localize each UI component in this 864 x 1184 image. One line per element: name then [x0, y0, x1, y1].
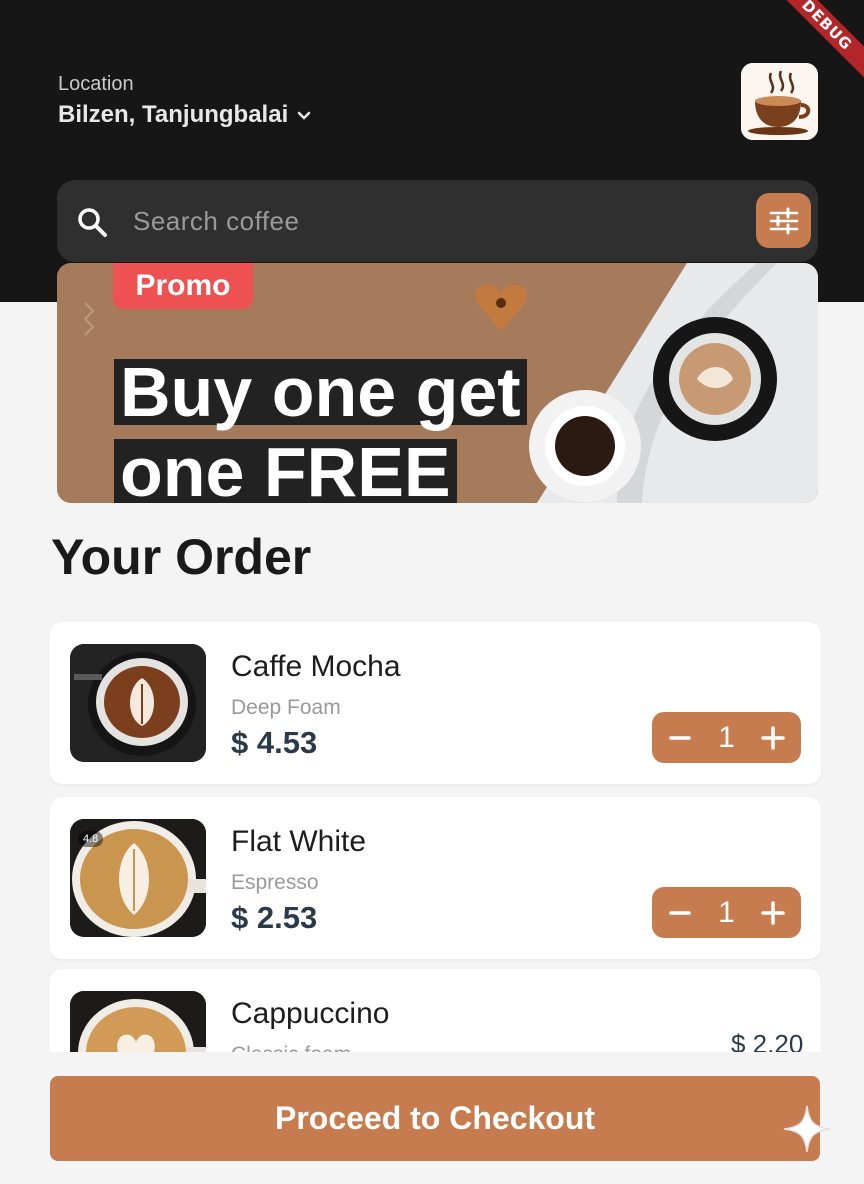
item-thumbnail: 4.8	[70, 819, 206, 937]
minus-icon	[669, 735, 691, 740]
sparkle-icon[interactable]	[782, 1104, 832, 1154]
decrease-button[interactable]	[666, 724, 694, 752]
filter-button[interactable]	[756, 193, 811, 248]
quantity-stepper: 1	[652, 712, 801, 763]
item-thumbnail	[70, 644, 206, 762]
order-item[interactable]: 4.8 Flat White Espresso $ 2.53 1	[50, 797, 821, 959]
item-subtitle: Espresso	[231, 871, 319, 894]
location-value: Bilzen, Tanjungbalai	[58, 101, 289, 128]
promo-banner[interactable]: Promo Buy one get one FREE	[57, 263, 818, 503]
filter-icon	[769, 207, 798, 234]
chevron-down-icon	[298, 111, 311, 120]
increase-button[interactable]	[759, 724, 787, 752]
promo-badge: Promo	[113, 263, 253, 309]
coffee-cup-icon	[741, 63, 818, 140]
checkout-button[interactable]: Proceed to Checkout	[50, 1076, 820, 1161]
increase-button[interactable]	[759, 899, 787, 927]
rating-badge: 4.8	[78, 831, 104, 847]
item-name: Flat White	[231, 825, 367, 858]
plus-icon	[761, 725, 785, 750]
item-price: $ 2.53	[231, 900, 318, 935]
location-label: Location	[58, 73, 134, 95]
item-name: Caffe Mocha	[231, 650, 401, 683]
quantity-value: 1	[718, 895, 735, 929]
promo-headline-line-2: one FREE	[114, 437, 457, 503]
item-price: $ 2.20	[731, 1029, 804, 1052]
search-icon	[78, 208, 107, 237]
coffee-image	[70, 644, 206, 762]
order-list[interactable]: Caffe Mocha Deep Foam $ 4.53 1 4.8 Flat …	[50, 622, 822, 1052]
item-price: $ 4.53	[231, 725, 318, 760]
item-thumbnail	[70, 991, 206, 1052]
item-subtitle: Classic foam	[231, 1043, 351, 1052]
promo-headline-line-1: Buy one get	[114, 357, 527, 427]
location-selector[interactable]: Bilzen, Tanjungbalai	[58, 101, 314, 129]
search-input[interactable]	[133, 200, 733, 242]
item-name: Cappuccino	[231, 997, 390, 1030]
avatar[interactable]	[741, 63, 818, 140]
order-item[interactable]: Cappuccino Classic foam $ 2.20	[50, 969, 821, 1052]
coffee-image	[70, 991, 206, 1052]
quantity-stepper: 1	[652, 887, 801, 938]
section-title: Your Order	[51, 529, 312, 585]
minus-icon	[669, 910, 691, 915]
order-item[interactable]: Caffe Mocha Deep Foam $ 4.53 1	[50, 622, 821, 784]
decrease-button[interactable]	[666, 899, 694, 927]
plus-icon	[761, 900, 785, 925]
quantity-value: 1	[718, 720, 735, 754]
item-subtitle: Deep Foam	[231, 696, 341, 719]
